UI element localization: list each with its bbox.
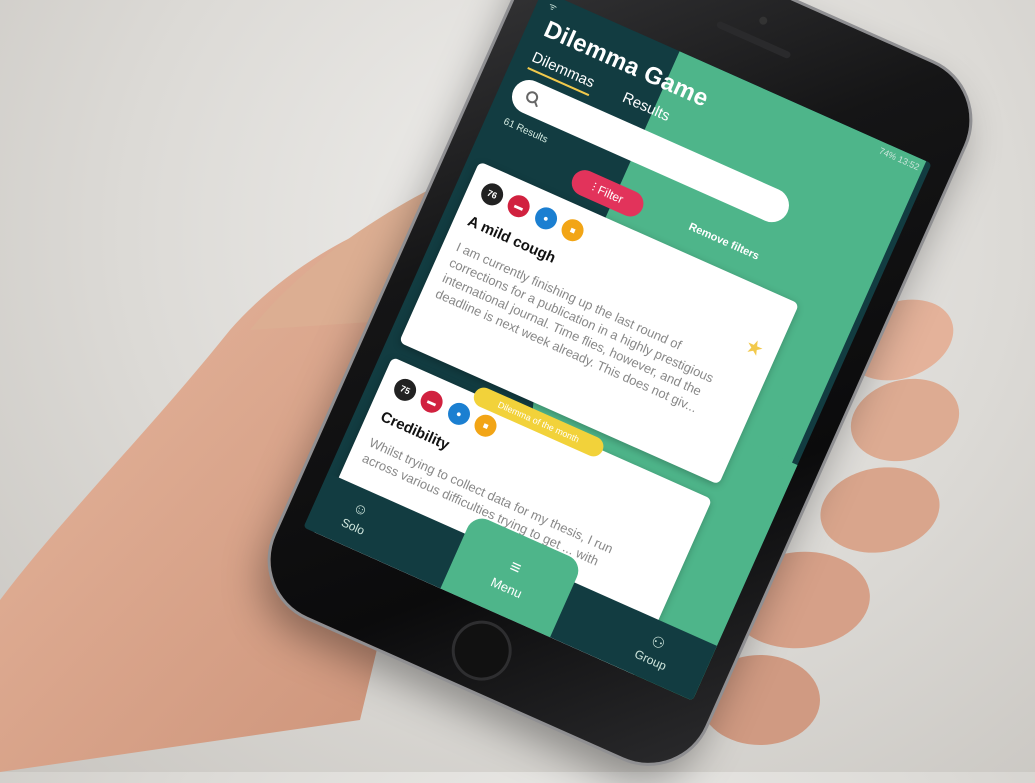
favorite-star-icon[interactable]: ★ xyxy=(741,333,768,363)
dilemma-number-badge: 76 xyxy=(477,179,507,209)
category-red-icon: ▬ xyxy=(417,387,447,417)
search-icon xyxy=(524,89,541,106)
category-blue-icon: ● xyxy=(531,203,561,233)
category-orange-icon: ■ xyxy=(558,215,588,245)
category-blue-icon: ● xyxy=(444,399,474,429)
dilemma-number-badge: 75 xyxy=(390,375,420,405)
signal-icon: ᯤ xyxy=(547,0,559,14)
category-orange-icon: ■ xyxy=(471,411,501,441)
category-red-icon: ▬ xyxy=(504,191,534,221)
filter-label: Filter xyxy=(595,182,626,207)
